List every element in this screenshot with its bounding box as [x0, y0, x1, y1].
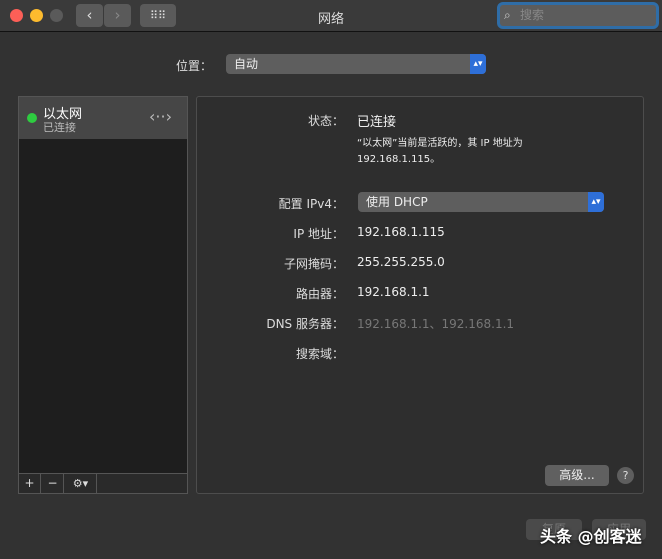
- search-domain-label: 搜索域：: [295, 347, 344, 361]
- search-icon: ⌕: [504, 8, 511, 22]
- chevron-updown-icon: ▴▾: [470, 54, 486, 74]
- list-item-ethernet[interactable]: 以太网 已连接 ‹··›: [19, 97, 187, 139]
- status-dot: [27, 113, 37, 123]
- ip-label: IP 地址：: [293, 227, 344, 241]
- gear-icon[interactable]: ⚙▾: [65, 474, 97, 493]
- search-placeholder: 搜索: [520, 8, 545, 22]
- search-input[interactable]: ⌕ 搜索: [497, 2, 659, 29]
- status-description: “以太网”当前是活跃的，其 IP 地址为: [357, 138, 523, 149]
- ipv4-select[interactable]: 使用 DHCP ▴▾: [358, 192, 604, 212]
- status-value: 已连接: [357, 115, 397, 130]
- watermark: 头条 @创客迷: [540, 527, 642, 546]
- chevron-updown-icon: ▴▾: [588, 192, 604, 212]
- dns-label: DNS 服务器：: [266, 317, 344, 331]
- title-bar: ‹ › ⠿⠿ 网络 ⌕ 搜索: [0, 0, 662, 32]
- remove-service-button[interactable]: −: [42, 474, 64, 493]
- ipv4-label: 配置 IPv4：: [278, 197, 344, 211]
- router-label: 路由器：: [295, 287, 344, 301]
- list-toolbar: + − ⚙▾: [19, 473, 187, 493]
- mask-label: 子网掩码：: [283, 257, 344, 271]
- dns-value: 192.168.1.1、192.168.1.1: [357, 317, 515, 331]
- location-value: 自动: [234, 57, 259, 71]
- add-service-button[interactable]: +: [19, 474, 41, 493]
- ipv4-value: 使用 DHCP: [366, 195, 428, 209]
- advanced-button[interactable]: 高级...: [545, 465, 609, 486]
- status-label: 状态：: [307, 114, 344, 128]
- ethernet-icon: ‹··›: [149, 107, 172, 126]
- service-list: 以太网 已连接 ‹··› + − ⚙▾: [18, 96, 188, 494]
- help-button[interactable]: ?: [617, 467, 634, 484]
- service-status: 已连接: [43, 121, 76, 134]
- ip-value: 192.168.1.115: [357, 225, 445, 239]
- status-description-ip: 192.168.1.115。: [357, 154, 441, 165]
- location-select[interactable]: 自动 ▴▾: [226, 54, 486, 74]
- mask-value: 255.255.255.0: [357, 255, 445, 269]
- location-label: 位置：: [175, 59, 212, 73]
- router-value: 192.168.1.1: [357, 285, 430, 299]
